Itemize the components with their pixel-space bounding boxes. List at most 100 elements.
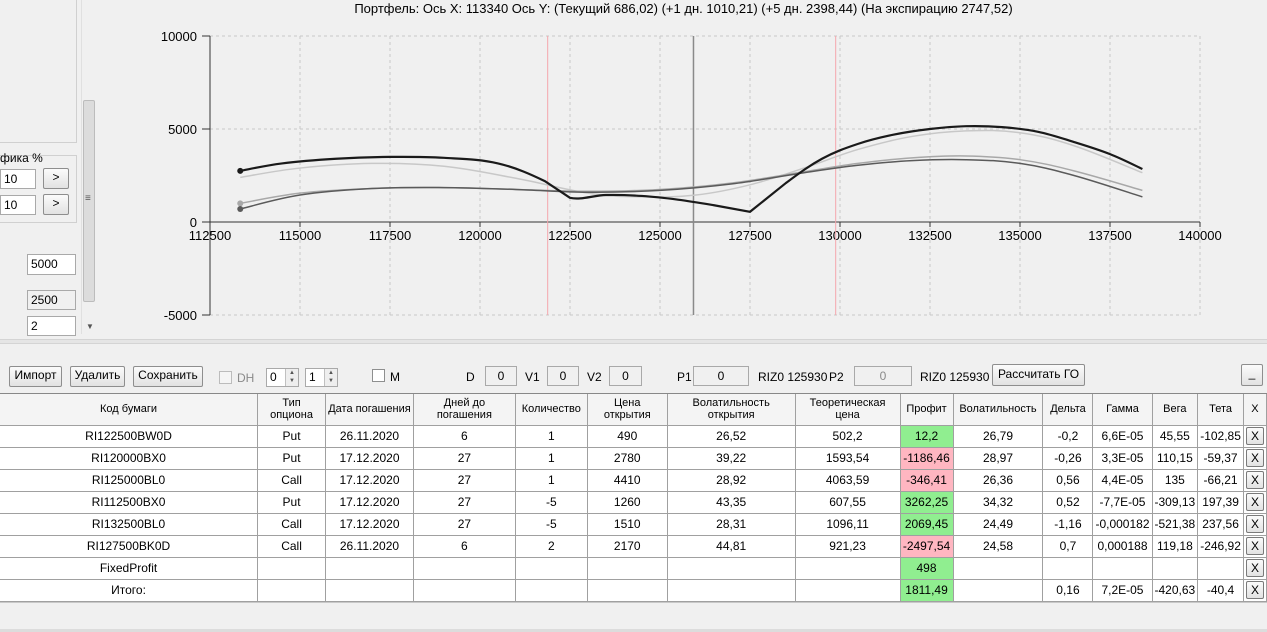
table-cell[interactable]	[953, 579, 1044, 602]
table-cell[interactable]	[587, 557, 668, 580]
column-header[interactable]: Вега	[1152, 394, 1199, 426]
table-cell[interactable]: Call	[257, 513, 326, 536]
table-cell[interactable]: 4,4E-05	[1092, 469, 1153, 492]
row-delete-button[interactable]: X	[1245, 537, 1264, 555]
table-row[interactable]: RI122500BW0D Put 26.11.2020 6 1 490 26,52 502,2…	[0, 425, 1267, 448]
column-header[interactable]: Цена открытия	[587, 394, 668, 426]
table-cell[interactable]: 17.12.2020	[325, 513, 414, 536]
table-cell[interactable]: 0,000188	[1092, 535, 1153, 558]
column-header[interactable]: Дата погашения	[325, 394, 414, 426]
table-cell[interactable]: 43,35	[667, 491, 796, 514]
table-cell[interactable]: 2780	[587, 447, 668, 470]
table-cell[interactable]: -521,38	[1152, 513, 1199, 536]
table-cell[interactable]: Put	[257, 447, 326, 470]
profit-cell[interactable]: 2069,45	[900, 513, 954, 536]
table-cell[interactable]	[515, 557, 588, 580]
table-cell[interactable]: RI112500BX0	[0, 491, 259, 514]
profit-cell[interactable]: -1186,46	[900, 447, 954, 470]
v2-field[interactable]: 0	[609, 366, 642, 386]
table-row[interactable]: RI125000BL0 Call 17.12.2020 27 1 4410 28,92 406…	[0, 469, 1267, 492]
table-cell[interactable]: 0,56	[1042, 469, 1094, 492]
table-row[interactable]: RI132500BL0 Call 17.12.2020 27 -5 1510 28,31 10…	[0, 513, 1267, 536]
table-cell[interactable]: RI120000BX0	[0, 447, 259, 470]
table-cell[interactable]: 26,79	[953, 425, 1044, 448]
table-row[interactable]: RI127500BK0D Call 26.11.2020 6 2 2170 44,81 921…	[0, 535, 1267, 558]
table-cell[interactable]: -66,21	[1197, 469, 1244, 492]
table-cell[interactable]: 26,52	[667, 425, 796, 448]
table-cell[interactable]: RI127500BK0D	[0, 535, 259, 558]
table-cell[interactable]: -246,92	[1197, 535, 1244, 558]
column-header[interactable]: Количество	[515, 394, 588, 426]
table-cell[interactable]	[413, 557, 516, 580]
column-header[interactable]: Гамма	[1092, 394, 1153, 426]
spin-input-1[interactable]: 0 ▲ ▼	[266, 368, 299, 387]
table-cell[interactable]: 34,32	[953, 491, 1044, 514]
table-cell[interactable]	[795, 579, 901, 602]
table-cell[interactable]: 135	[1152, 469, 1199, 492]
percent-next-button-1[interactable]: >	[43, 168, 69, 189]
column-header[interactable]: Волатильность	[953, 394, 1044, 426]
table-cell[interactable]	[667, 557, 796, 580]
table-cell[interactable]: 2	[515, 535, 588, 558]
save-button[interactable]: Сохранить	[133, 366, 203, 387]
table-cell[interactable]: 4410	[587, 469, 668, 492]
column-header[interactable]: Тип опциона	[257, 394, 326, 426]
table-cell[interactable]: 0,7	[1042, 535, 1094, 558]
table-cell[interactable]: 6,6E-05	[1092, 425, 1153, 448]
calculate-go-button[interactable]: Рассчитать ГО	[992, 364, 1085, 386]
table-cell[interactable]: 27	[413, 491, 516, 514]
table-row[interactable]: RI112500BX0 Put 17.12.2020 27 -5 1260 43,35 607…	[0, 491, 1267, 514]
table-cell[interactable]: -40,4	[1197, 579, 1244, 602]
profit-cell[interactable]: 3262,25	[900, 491, 954, 514]
column-header[interactable]: Тета	[1197, 394, 1244, 426]
table-cell[interactable]: 28,97	[953, 447, 1044, 470]
d-field[interactable]: 0	[485, 366, 517, 386]
import-button[interactable]: Импорт	[9, 366, 62, 387]
v1-field[interactable]: 0	[547, 366, 579, 386]
value-field-5000[interactable]: 5000	[27, 254, 76, 275]
table-cell[interactable]: 3,3E-05	[1092, 447, 1153, 470]
table-cell[interactable]: 502,2	[795, 425, 901, 448]
horizontal-splitter[interactable]	[0, 339, 1267, 344]
table-cell[interactable]: 17.12.2020	[325, 469, 414, 492]
table-cell[interactable]	[257, 557, 326, 580]
percent-field-2[interactable]: 10	[0, 195, 36, 215]
row-delete-button[interactable]: X	[1245, 515, 1264, 533]
percent-next-button-2[interactable]: >	[43, 194, 69, 215]
table-cell[interactable]: 0,52	[1042, 491, 1094, 514]
table-cell[interactable]: 1510	[587, 513, 668, 536]
minimize-button[interactable]: _	[1241, 364, 1263, 386]
table-cell[interactable]: 17.12.2020	[325, 447, 414, 470]
table-row[interactable]: Итого: 1811,49 0,16 7,2E-05 -420,63 -40,4 X	[0, 579, 1267, 602]
profit-cell[interactable]: 1811,49	[900, 579, 954, 602]
table-cell[interactable]	[667, 579, 796, 602]
table-cell[interactable]	[587, 579, 668, 602]
table-cell[interactable]: 6	[413, 535, 516, 558]
table-cell[interactable]	[1092, 557, 1153, 580]
spin-arrows-icon[interactable]: ▲ ▼	[324, 369, 337, 386]
row-delete-button[interactable]: X	[1245, 493, 1264, 511]
table-cell[interactable]: 119,18	[1152, 535, 1199, 558]
percent-field-1[interactable]: 10	[0, 169, 36, 189]
table-cell[interactable]: Итого:	[0, 579, 259, 602]
table-cell[interactable]: -420,63	[1152, 579, 1199, 602]
table-cell[interactable]: Put	[257, 425, 326, 448]
table-cell[interactable]: 1	[515, 469, 588, 492]
row-delete-button[interactable]: X	[1245, 471, 1264, 489]
table-cell[interactable]: 26,36	[953, 469, 1044, 492]
table-cell[interactable]: FixedProfit	[0, 557, 259, 580]
table-cell[interactable]	[953, 557, 1044, 580]
table-cell[interactable]: 6	[413, 425, 516, 448]
table-cell[interactable]: 26.11.2020	[325, 535, 414, 558]
profit-cell[interactable]: -346,41	[900, 469, 954, 492]
delete-button[interactable]: Удалить	[70, 366, 125, 387]
m-checkbox[interactable]	[372, 369, 385, 382]
column-header[interactable]: Дельта	[1042, 394, 1094, 426]
table-cell[interactable]	[257, 579, 326, 602]
table-cell[interactable]: 27	[413, 513, 516, 536]
row-delete-button[interactable]: X	[1245, 581, 1264, 599]
row-delete-button[interactable]: X	[1245, 449, 1264, 467]
table-cell[interactable]: 197,39	[1197, 491, 1244, 514]
scroll-down-arrow-icon[interactable]: ▼	[86, 322, 94, 331]
table-cell[interactable]: 24,58	[953, 535, 1044, 558]
